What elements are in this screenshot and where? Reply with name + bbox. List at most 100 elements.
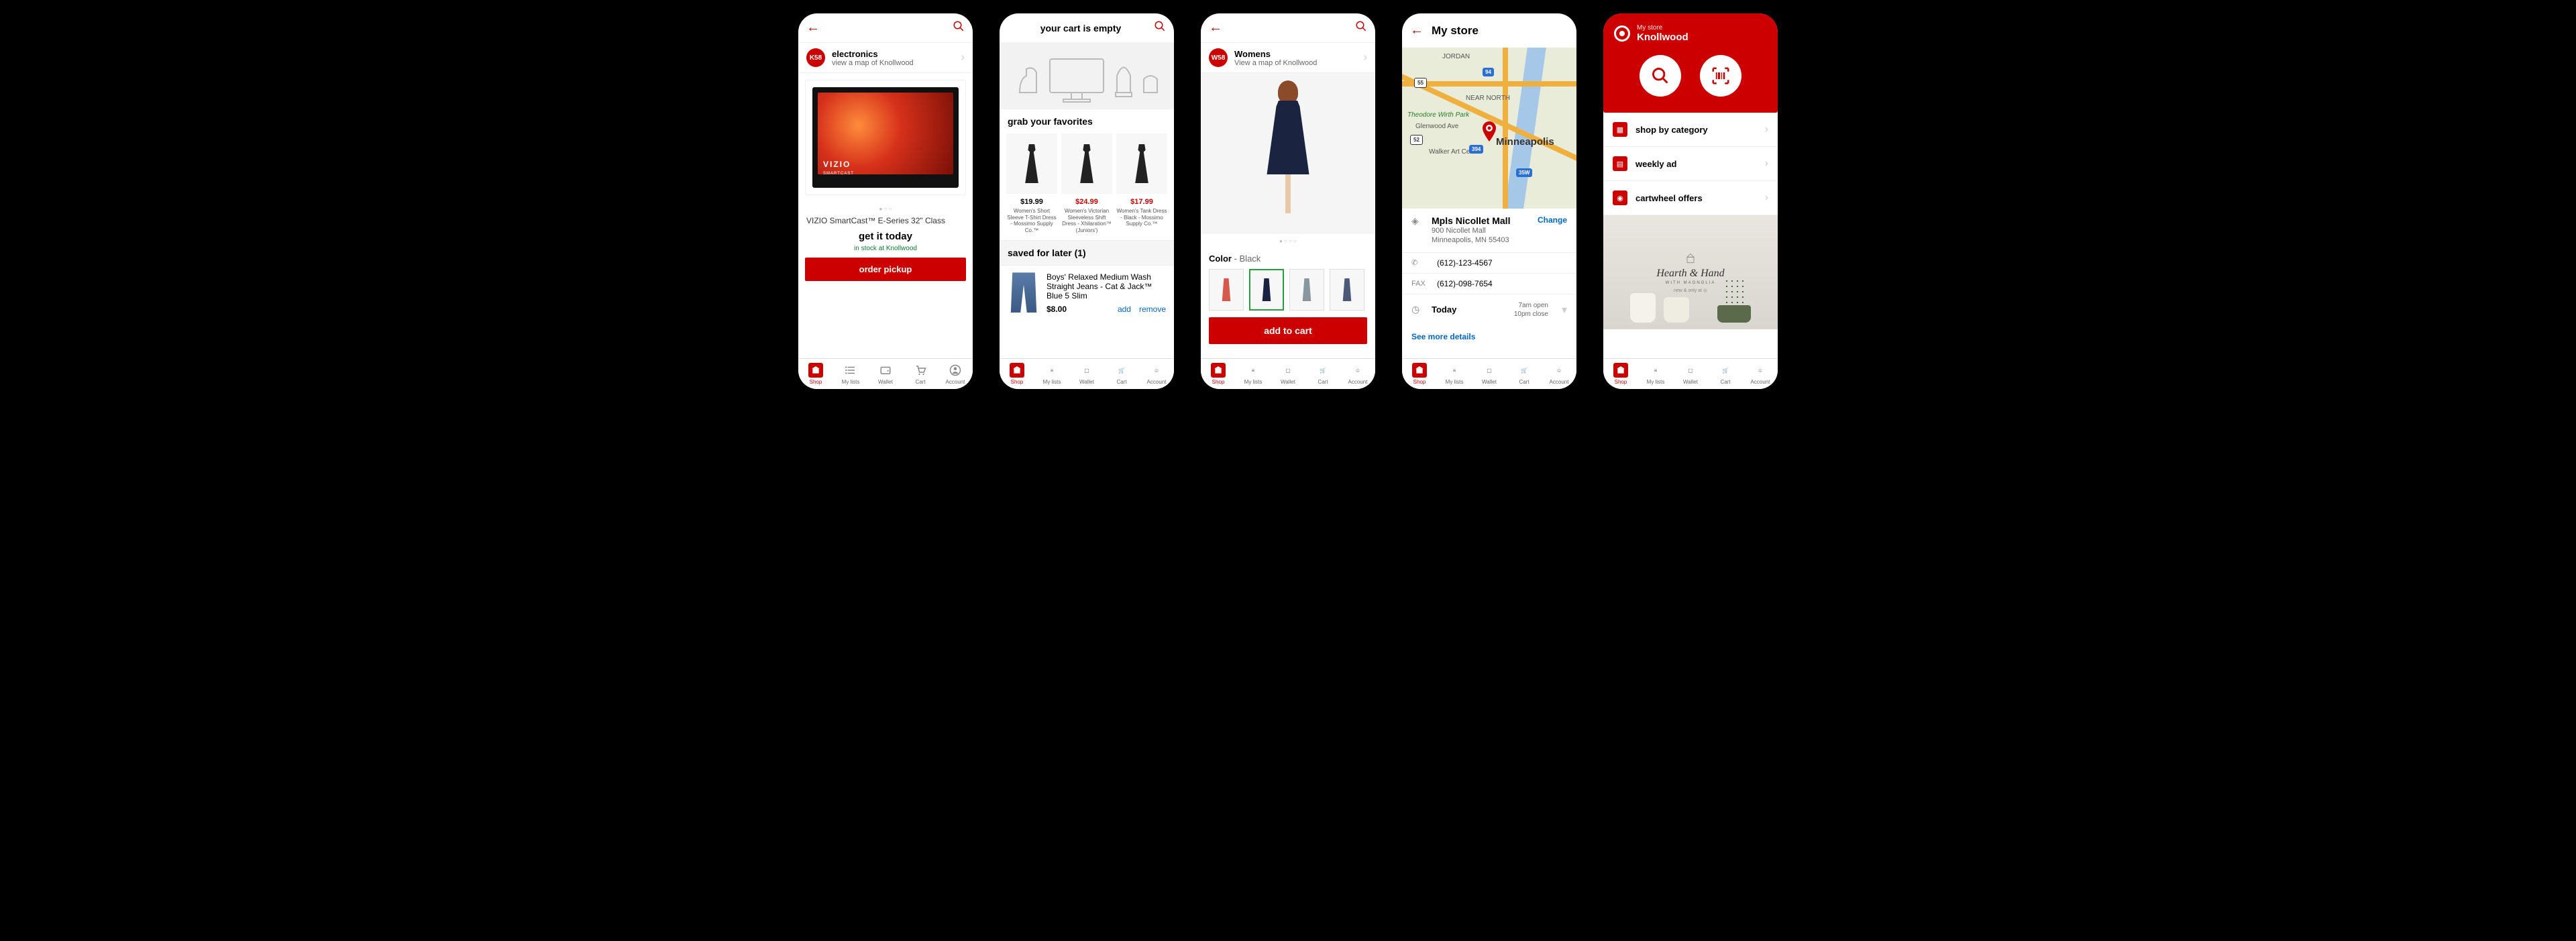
- menu-item[interactable]: ▤ weekly ad ›: [1603, 147, 1778, 181]
- fav-price: $24.99: [1061, 198, 1112, 206]
- see-more-link[interactable]: See more details: [1402, 325, 1576, 348]
- tab-cart[interactable]: 🛒Cart: [1507, 359, 1542, 389]
- shop-icon: [1613, 363, 1628, 378]
- tab-wallet[interactable]: ▢Wallet: [1069, 359, 1104, 389]
- tab-shop[interactable]: Shop: [1402, 359, 1437, 389]
- map-label: Theodore Wirth Park: [1407, 111, 1469, 119]
- tab-wallet[interactable]: Wallet: [868, 359, 903, 389]
- carousel-dots[interactable]: ● ○ ○: [798, 202, 973, 216]
- favorite-item[interactable]: $24.99 Women's Victorian Sleeveless Shif…: [1061, 133, 1112, 233]
- back-icon[interactable]: ←: [1209, 20, 1222, 36]
- map-shield: 35W: [1516, 168, 1532, 177]
- dress-image: [1116, 133, 1167, 194]
- store-name: Mpls Nicollet Mall: [1432, 215, 1529, 226]
- tab-shop[interactable]: Shop: [1603, 359, 1638, 389]
- tab-cart[interactable]: 🛒Cart: [1104, 359, 1139, 389]
- banner-subtitle: View a map of Knollwood: [1234, 59, 1364, 67]
- tab-shop[interactable]: Shop: [1201, 359, 1236, 389]
- order-pickup-button[interactable]: order pickup: [805, 258, 966, 281]
- store-fax: (612)-098-7654: [1437, 279, 1493, 288]
- tv-subbrand: SMARTCAST: [823, 172, 854, 176]
- tab-account[interactable]: Account: [938, 359, 973, 389]
- directions-icon[interactable]: ◈: [1411, 215, 1424, 227]
- tab-wallet[interactable]: ▢Wallet: [1472, 359, 1507, 389]
- search-icon[interactable]: [1355, 20, 1367, 36]
- menu-label: shop by category: [1635, 125, 1757, 135]
- menu-label: cartwheel offers: [1635, 193, 1757, 203]
- menu-icon: ◉: [1613, 190, 1627, 205]
- barcode-scan-button[interactable]: [1700, 55, 1741, 97]
- add-link[interactable]: add: [1118, 305, 1131, 314]
- fav-price: $17.99: [1116, 198, 1167, 206]
- fav-name: Women's Short Sleeve T-Shirt Dress - Mos…: [1006, 208, 1057, 233]
- color-swatch[interactable]: [1249, 269, 1284, 311]
- product-image[interactable]: [1201, 73, 1375, 234]
- tab-account[interactable]: ☺Account: [1340, 359, 1375, 389]
- tab-lists[interactable]: ≡My lists: [1437, 359, 1472, 389]
- color-swatch[interactable]: [1289, 269, 1324, 311]
- search-icon[interactable]: [953, 20, 965, 36]
- store-phone[interactable]: (612)-123-4567: [1437, 258, 1493, 268]
- menu-item[interactable]: ▦ shop by category ›: [1603, 113, 1778, 147]
- tab-lists[interactable]: ≡My lists: [1638, 359, 1673, 389]
- back-icon[interactable]: ←: [806, 20, 820, 36]
- account-icon: ☺: [1753, 363, 1768, 378]
- favorite-item[interactable]: $17.99 Women's Tank Dress - Black - Moss…: [1116, 133, 1167, 233]
- cart-title: your cart is empty: [1008, 23, 1154, 34]
- saved-item[interactable]: Boys' Relaxed Medium Wash Straight Jeans…: [1000, 265, 1174, 321]
- banner-title: electronics: [832, 49, 961, 59]
- store-map[interactable]: JORDAN NEAR NORTH Theodore Wirth Park Gl…: [1402, 48, 1576, 209]
- tab-shop[interactable]: Shop: [1000, 359, 1034, 389]
- lists-icon: [843, 363, 858, 378]
- saved-item-name: Boys' Relaxed Medium Wash Straight Jeans…: [1046, 272, 1166, 300]
- color-swatch[interactable]: [1330, 269, 1364, 311]
- close-time: 10pm close: [1514, 310, 1548, 319]
- product-card[interactable]: VIZIO SMARTCAST: [805, 80, 966, 195]
- tab-lists[interactable]: ≡My lists: [1034, 359, 1069, 389]
- hero-store-name[interactable]: Knollwood: [1637, 32, 1688, 43]
- home-hero: My store Knollwood: [1603, 13, 1778, 113]
- empty-cart-hero: [1000, 42, 1174, 109]
- tab-lists[interactable]: ≡My lists: [1236, 359, 1271, 389]
- add-to-cart-button[interactable]: add to cart: [1209, 317, 1367, 344]
- search-icon[interactable]: [1154, 20, 1166, 36]
- phone-icon: ✆: [1411, 258, 1429, 267]
- cta-subtitle: in stock at Knollwood: [805, 245, 966, 252]
- tab-lists[interactable]: My lists: [833, 359, 868, 389]
- search-button[interactable]: [1640, 55, 1681, 97]
- tab-cart[interactable]: 🛒Cart: [1305, 359, 1340, 389]
- department-banner[interactable]: K58 electronics view a map of Knollwood …: [798, 42, 973, 73]
- color-swatch[interactable]: [1209, 269, 1244, 311]
- tab-account[interactable]: ☺Account: [1139, 359, 1174, 389]
- chevron-right-icon: ›: [1765, 158, 1768, 170]
- account-icon: ☺: [1350, 363, 1365, 378]
- carousel-dots[interactable]: ● ○ ○ ○: [1201, 234, 1375, 248]
- shop-icon: [1010, 363, 1024, 378]
- menu-item[interactable]: ◉ cartwheel offers ›: [1603, 181, 1778, 215]
- tab-wallet[interactable]: ▢Wallet: [1271, 359, 1305, 389]
- promo-banner[interactable]: Hearth & Hand WITH MAGNOLIA new & only a…: [1603, 215, 1778, 329]
- department-banner[interactable]: W58 Womens View a map of Knollwood ›: [1201, 42, 1375, 73]
- tab-shop[interactable]: Shop: [798, 359, 833, 389]
- map-label: Glenwood Ave: [1415, 123, 1458, 130]
- remove-link[interactable]: remove: [1139, 305, 1166, 314]
- plant-image: [1724, 278, 1744, 305]
- tab-account[interactable]: ☺Account: [1542, 359, 1576, 389]
- hours-row[interactable]: ◷ Today 7am open 10pm close ▾: [1402, 294, 1576, 325]
- saved-header: saved for later (1): [1000, 240, 1174, 265]
- phone-home: My store Knollwood ▦ shop by category ›▤…: [1603, 13, 1778, 389]
- wallet-icon: ▢: [1281, 363, 1295, 378]
- tab-wallet[interactable]: ▢Wallet: [1673, 359, 1708, 389]
- dress-image: [1061, 133, 1112, 194]
- cart-icon: 🛒: [1517, 363, 1532, 378]
- favorite-item[interactable]: $19.99 Women's Short Sleeve T-Shirt Dres…: [1006, 133, 1057, 233]
- map-label: NEAR NORTH: [1466, 95, 1510, 102]
- tab-cart[interactable]: 🛒Cart: [1708, 359, 1743, 389]
- change-store-link[interactable]: Change: [1538, 215, 1567, 225]
- tab-bar: Shop My lists Wallet Cart Account: [798, 358, 973, 389]
- lists-icon: ≡: [1246, 363, 1260, 378]
- back-icon[interactable]: ←: [1410, 23, 1424, 38]
- account-icon: [948, 363, 963, 378]
- tab-account[interactable]: ☺Account: [1743, 359, 1778, 389]
- tab-cart[interactable]: Cart: [903, 359, 938, 389]
